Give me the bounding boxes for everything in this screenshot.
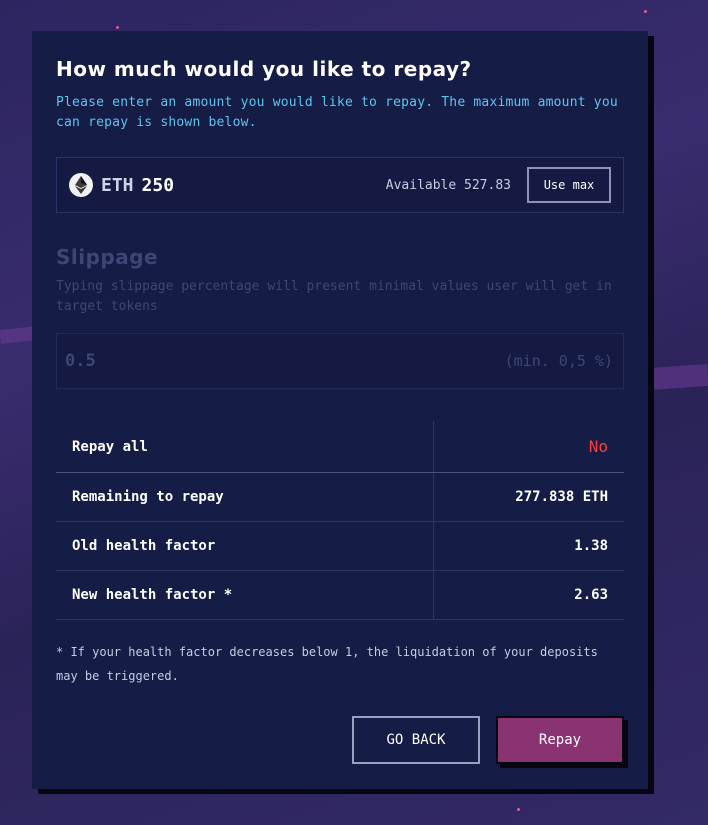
background-streak (649, 363, 708, 390)
old-health-factor-value: 1.38 (574, 538, 608, 554)
table-row: Remaining to repay 277.838 ETH (56, 473, 624, 522)
go-back-button[interactable]: GO BACK (352, 716, 480, 764)
modal-subtitle: Please enter an amount you would like to… (56, 95, 618, 130)
remaining-label: Remaining to repay (56, 473, 434, 521)
repay-summary-table: Repay all No Remaining to repay 277.838 … (56, 421, 624, 620)
background-star (517, 808, 520, 811)
table-row: Repay all No (56, 421, 624, 473)
table-row: Old health factor 1.38 (56, 522, 624, 571)
slippage-input[interactable]: 0.5 (min. 0,5 %) (56, 333, 624, 389)
repay-amount-input[interactable]: ETH 250 Available 527.83 Use max (56, 157, 624, 213)
modal-actions: GO BACK Repay (352, 716, 628, 768)
repay-modal: How much would you like to repay? Please… (32, 31, 648, 789)
repay-all-value: No (588, 437, 608, 456)
available-balance: Available 527.83 (385, 177, 511, 193)
table-row: New health factor * 2.63 (56, 571, 624, 620)
ethereum-icon (69, 173, 93, 197)
modal-title: How much would you like to repay? (56, 57, 472, 81)
background-star (644, 10, 647, 13)
repay-button[interactable]: Repay (496, 716, 624, 764)
repay-button-wrapper: Repay (496, 716, 628, 768)
background-star (116, 26, 119, 29)
slippage-value: 0.5 (65, 351, 96, 371)
repay-all-label: Repay all (56, 421, 434, 472)
new-health-factor-value: 2.63 (574, 587, 608, 603)
use-max-button[interactable]: Use max (527, 167, 611, 203)
slippage-description: Typing slippage percentage will present … (56, 279, 612, 314)
slippage-title: Slippage (56, 245, 159, 269)
remaining-value: 277.838 ETH (515, 489, 608, 505)
amount-value[interactable]: 250 (142, 175, 175, 196)
new-health-factor-label: New health factor * (56, 571, 434, 619)
token-symbol: ETH (101, 174, 134, 196)
slippage-min-hint: (min. 0,5 %) (504, 352, 613, 370)
health-factor-footnote: * If your health factor decreases below … (56, 645, 598, 683)
old-health-factor-label: Old health factor (56, 522, 434, 570)
